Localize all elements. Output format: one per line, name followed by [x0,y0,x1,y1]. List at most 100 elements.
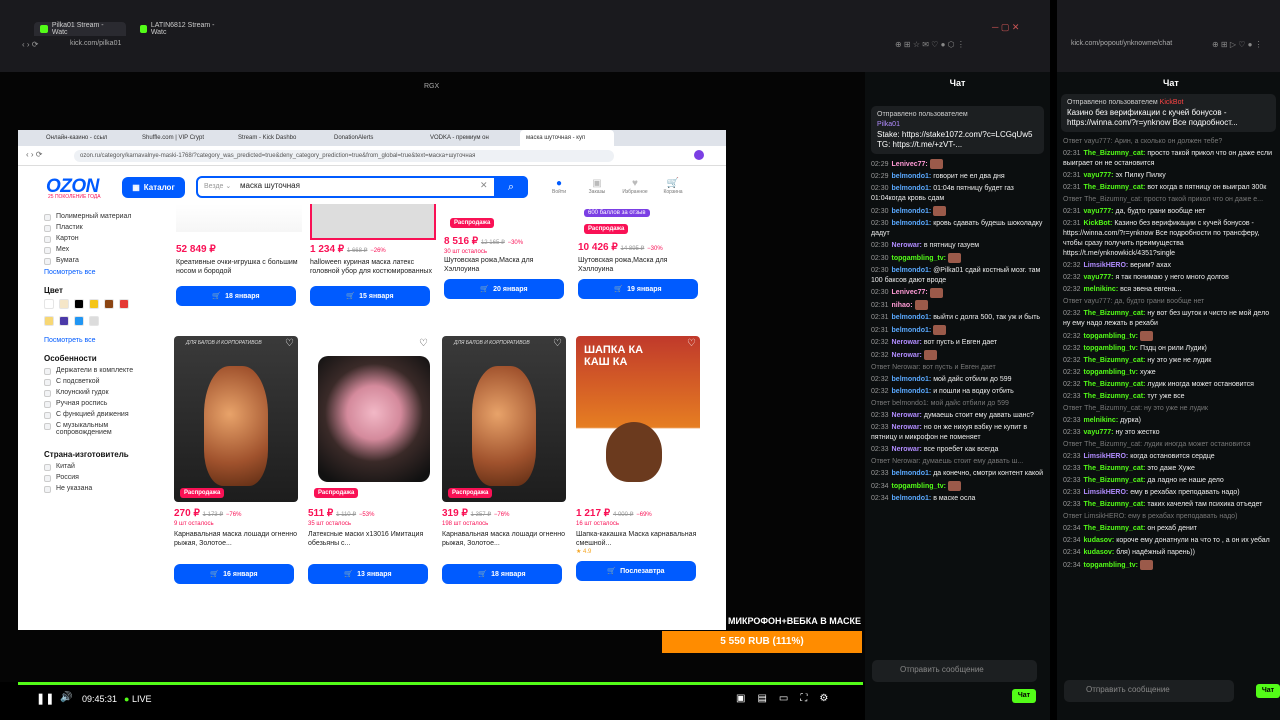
chat-message[interactable]: 02:30 belmondo1: 01:04в пятницу будет газ … [865,183,1050,205]
chat-message[interactable]: 02:30 belmondo1: @Pilka01 сдай костный моз… [865,265,1050,287]
chat-message[interactable]: 02:33 Nerowar: думаешь стоит ему давать ша… [865,410,1050,422]
pinned-message[interactable]: Отправлено пользователем Pilka01 Stake: … [871,106,1044,154]
chat-message[interactable]: 02:31 vayu777: да, будто грани вообще нет [1057,206,1280,218]
message-username[interactable]: The_Bizumny_cat: [1084,525,1146,532]
chat-send-button[interactable]: Чат [1012,689,1036,703]
product-card[interactable]: ШАПКА КА КАШ КА ♡ 1 217 ₽ 4 000 ₽ −69% 1… [576,336,702,581]
search-button[interactable]: ⌕ [494,176,528,198]
chat-message[interactable]: 02:32 The_Bizumny_cat: ну вот без шуток и … [1057,308,1280,330]
chat-message[interactable]: 02:31 vayu777: эх Пилку Пилку [1057,170,1280,182]
chat-message[interactable]: 02:30 topgambling_tv: [865,252,1050,265]
message-username[interactable]: Nerowar: [892,412,922,419]
message-username[interactable]: melnikinc: [1084,286,1119,293]
delivery-button[interactable]: 🛒 Послезавтра [576,561,696,581]
filter-item[interactable]: Клоунский гудок [44,389,164,397]
chat-reply-context[interactable]: Ответ vayu777: Арин, а сколько он должен… [1057,136,1280,148]
product-image[interactable]: ДЛЯ БАЛОВ И КОРПОРАТИВОВ ♡ Распродажа [442,336,566,502]
chat-message[interactable]: 02:34 kudasov: короче ему донатнули на что… [1057,535,1280,547]
message-username[interactable]: topgambling_tv: [892,483,946,490]
chat-reply-context[interactable]: Ответ vayu777: да, будто грани вообще не… [1057,296,1280,308]
color-swatch[interactable] [74,299,84,309]
message-username[interactable]: The_Bizumny_cat: [1084,381,1146,388]
delivery-button[interactable]: 🛒 16 января [174,564,294,584]
product-title[interactable]: Креативные очки-игрушка с большим носом … [176,258,302,276]
filter-item[interactable]: Не указана [44,485,164,493]
show-all-link[interactable]: Посмотреть все [44,269,164,276]
chat-message[interactable]: 02:32 belmondo1: и пошли на водку отбить [865,386,1050,398]
message-username[interactable]: belmondo1: [892,185,932,192]
chat-message[interactable]: 02:33 The_Bizumny_cat: таких качелей там п… [1057,499,1280,511]
message-username[interactable]: kudasov: [1084,549,1115,556]
filter-item[interactable]: Россия [44,474,164,482]
message-username[interactable]: vayu777: [1084,208,1114,215]
chat-message[interactable]: 02:33 LimsikHERO: ему в рехабах преподават… [1057,487,1280,499]
filter-item[interactable]: Картон [44,235,164,243]
chat-message[interactable]: 02:33 The_Bizumny_cat: это даже Хуже [1057,463,1280,475]
pause-icon[interactable]: ❚❚ [36,692,54,705]
favorites-button[interactable]: ♥ Избранное [620,178,650,195]
chat-reply-context[interactable]: Ответ Nerowar: вот пусть и Евген дает [865,362,1050,374]
delivery-button[interactable]: 🛒 19 января [578,279,698,299]
message-username[interactable]: The_Bizumny_cat: [1084,477,1146,484]
product-card[interactable]: ♡ Распродажа 511 ₽ 1 110 ₽ −53% 35 шт ос… [308,336,434,584]
message-username[interactable]: Lenivec77: [892,289,928,296]
heart-icon[interactable]: ♡ [553,338,562,349]
product-title[interactable]: Карнавальная маска лошади огненно рыжая,… [174,530,300,548]
product-card[interactable]: 600 баллов за отзыв Распродажа 10 426 ₽ … [578,204,704,299]
heart-icon[interactable]: ♡ [419,338,428,349]
color-swatch[interactable] [104,299,114,309]
chat-message[interactable]: 02:32 The_Bizumny_cat: лудик иногда может … [1057,379,1280,391]
color-swatch[interactable] [89,316,99,326]
outer-tab-0[interactable]: Pilka01 Stream - Watc [34,22,126,36]
chat-message[interactable]: 02:34 belmondo1: в маске осла [865,493,1050,505]
filter-item[interactable]: Мех [44,246,164,254]
chat-reply-context[interactable]: Ответ The_Bizumny_cat: просто такой прик… [1057,194,1280,206]
chat-message[interactable]: 02:34 topgambling_tv: [865,480,1050,493]
product-title[interactable]: Шапка-какашка Маска карнавальная смешной… [576,530,702,548]
chat-message[interactable]: 02:31 belmondo1: выйти с долга 500, так уж… [865,312,1050,324]
product-title[interactable]: Шутовская рожа,Маска для Хэллоуина [444,256,570,274]
inner-tab[interactable]: Shuffle.com | VIP Crypt [136,130,230,146]
message-username[interactable]: vayu777: [1084,274,1114,281]
chat-send-button[interactable]: Чат [1256,684,1280,698]
color-swatch[interactable] [74,316,84,326]
search-input[interactable]: маска шуточная [240,181,300,190]
nav-icons[interactable]: ‹ › ⟳ [22,40,38,49]
chat-message[interactable]: 02:34 topgambling_tv: [1057,559,1280,572]
message-username[interactable]: The_Bizumny_cat: [1084,184,1146,191]
message-username[interactable]: The_Bizumny_cat: [1084,501,1146,508]
chat-message[interactable]: 02:32 belmondo1: мой дайс отбили до 599 [865,374,1050,386]
search-scope[interactable]: Везде ⌄ [204,182,231,190]
chat-message[interactable]: 02:29 Lenivec77: [865,158,1050,171]
chat-message[interactable]: 02:33 LimsikHERO: когда остановится сердце [1057,451,1280,463]
filter-item[interactable]: Бумага [44,257,164,265]
inner-url[interactable]: ozon.ru/category/karnavalnye-maski-1768/… [74,150,614,162]
message-username[interactable]: Nerowar: [892,446,922,453]
window-controls[interactable]: ─ ▢ ✕ [992,22,1019,33]
product-image[interactable]: ДЛЯ БАЛОВ И КОРПОРАТИВОВ ♡ Распродажа [174,336,298,502]
chat-message[interactable]: 02:34 The_Bizumny_cat: он рехаб денит [1057,523,1280,535]
message-username[interactable]: belmondo1: [892,208,932,215]
heart-icon[interactable]: ♡ [285,338,294,349]
color-swatch[interactable] [59,299,69,309]
chat-message[interactable]: 02:34 kudasov: бля) надёжный парень)) [1057,547,1280,559]
chat-message[interactable]: 02:30 belmondo1: кровь сдавать будешь шоко… [865,218,1050,240]
chat-reply-context[interactable]: Ответ LimsikHERO: ему в рехабах преподав… [1057,511,1280,523]
stream-progress[interactable] [18,682,863,685]
filter-item[interactable]: Держатели в комплекте [44,367,164,375]
inner-nav-icons[interactable]: ‹ › ⟳ [26,150,42,159]
message-username[interactable]: The_Bizumny_cat: [1084,150,1146,157]
inner-tab-active[interactable]: маска шуточная - куп [520,130,614,146]
chat-message[interactable]: 02:33 vayu777: ну это жестко [1057,427,1280,439]
chat-message[interactable]: 02:31 KickBot: Казино без верификации с ку… [1057,218,1280,260]
chat-message[interactable]: 02:32 topgambling_tv: [1057,330,1280,343]
filter-item[interactable]: Полимерный материал [44,213,164,221]
message-username[interactable]: topgambling_tv: [1084,562,1138,569]
inner-tab[interactable]: VODKA - премиум он [424,130,518,146]
chat-message[interactable]: 02:32 The_Bizumny_cat: ну это уже не лудик [1057,355,1280,367]
message-username[interactable]: belmondo1: [892,376,932,383]
chat-message[interactable]: 02:32 topgambling_tv: хуже [1057,367,1280,379]
message-username[interactable]: topgambling_tv: [1084,333,1138,340]
message-username[interactable]: The_Bizumny_cat: [1084,357,1146,364]
message-username[interactable]: Nerowar: [892,242,922,249]
